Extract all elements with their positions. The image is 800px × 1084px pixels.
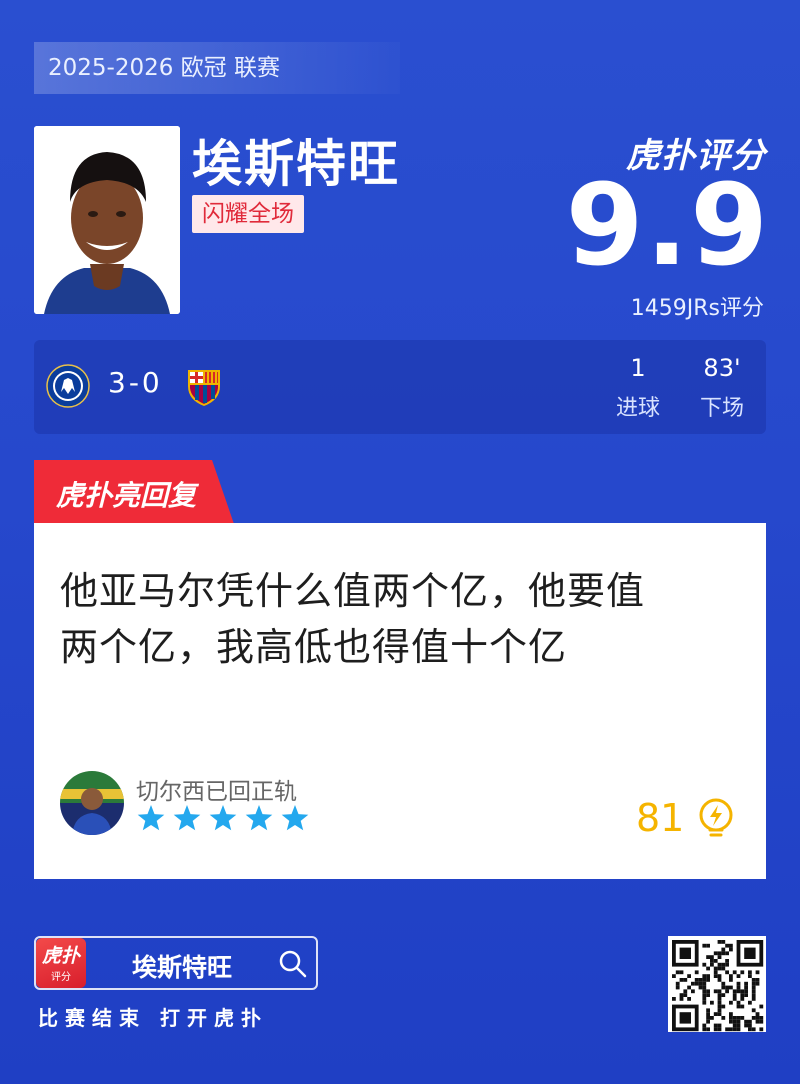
stat-goals-label: 进球	[615, 396, 660, 421]
star-icon	[173, 805, 201, 831]
rating-count: 1459JRs评分	[630, 296, 764, 321]
hupu-app-icon-sublabel: 评分	[51, 972, 71, 983]
lightbulb-icon[interactable]	[694, 796, 738, 844]
rating-stars	[136, 804, 316, 838]
highlight-reply-tab: 虎扑亮回复	[34, 460, 234, 528]
star-icon	[209, 805, 237, 831]
player-photo	[34, 126, 180, 314]
season-label: 2025-2026 欧冠 联赛	[34, 42, 400, 94]
search-icon[interactable]	[278, 949, 308, 983]
stat-goals-value: 1	[630, 354, 646, 382]
reply-text: 他亚马尔凭什么值两个亿，他要值 两个亿，我高低也得值十个亿	[60, 563, 740, 675]
stat-subbed-value: 83'	[703, 354, 741, 382]
reply-username[interactable]: 切尔西已回正轨	[136, 772, 297, 806]
stat-subbed-label: 下场	[699, 396, 744, 421]
star-icon	[281, 805, 309, 831]
highlight-reply-label: 虎扑亮回复	[56, 479, 197, 512]
rating-score: 9.9	[565, 161, 770, 291]
barcelona-crest-icon	[182, 364, 226, 408]
like-count: 81	[636, 796, 685, 840]
player-name: 埃斯特旺	[192, 135, 400, 193]
hupu-app-icon-label: 虎扑	[41, 945, 80, 967]
chelsea-crest-icon	[46, 364, 90, 408]
status-badge: 闪耀全场	[192, 195, 304, 233]
reply-text-line-1: 他亚马尔凭什么值两个亿，他要值	[60, 569, 646, 613]
match-score: 3-0	[108, 366, 163, 399]
avatar[interactable]	[60, 771, 124, 835]
qr-code	[668, 936, 766, 1032]
footer-tagline: 比赛结束 打开虎扑	[38, 1006, 268, 1030]
search-query-text[interactable]: 埃斯特旺	[132, 948, 232, 984]
star-icon	[245, 805, 273, 831]
reply-text-line-2: 两个亿，我高低也得值十个亿	[60, 625, 568, 669]
star-icon	[137, 805, 165, 831]
